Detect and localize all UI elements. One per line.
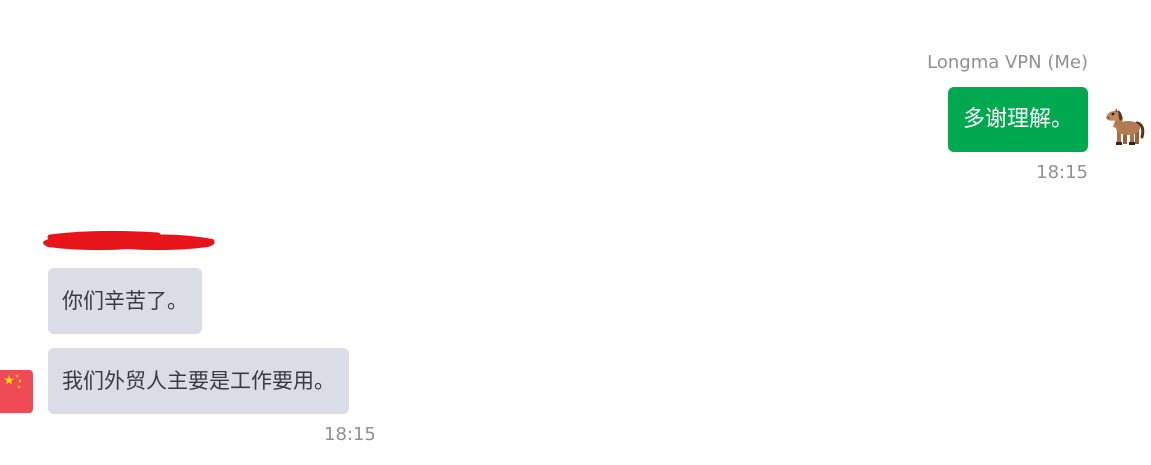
- message-timestamp: 18:15: [1036, 162, 1088, 183]
- message-timestamp: 18:15: [324, 424, 376, 445]
- horse-icon[interactable]: [1099, 107, 1147, 147]
- incoming-message-bubble[interactable]: 我们外贸人主要是工作要用。: [48, 348, 349, 414]
- incoming-message-bubble[interactable]: 你们辛苦了。: [48, 268, 202, 334]
- china-flag-icon[interactable]: [0, 370, 33, 413]
- sender-name: Longma VPN (Me): [927, 52, 1088, 73]
- redacted-sender-name: [38, 225, 223, 255]
- outgoing-message-bubble[interactable]: 多谢理解。: [947, 87, 1088, 152]
- chat-thread: Longma VPN (Me) 多谢理解。 18:15 你们辛苦了。 我们外贸人…: [0, 0, 1151, 465]
